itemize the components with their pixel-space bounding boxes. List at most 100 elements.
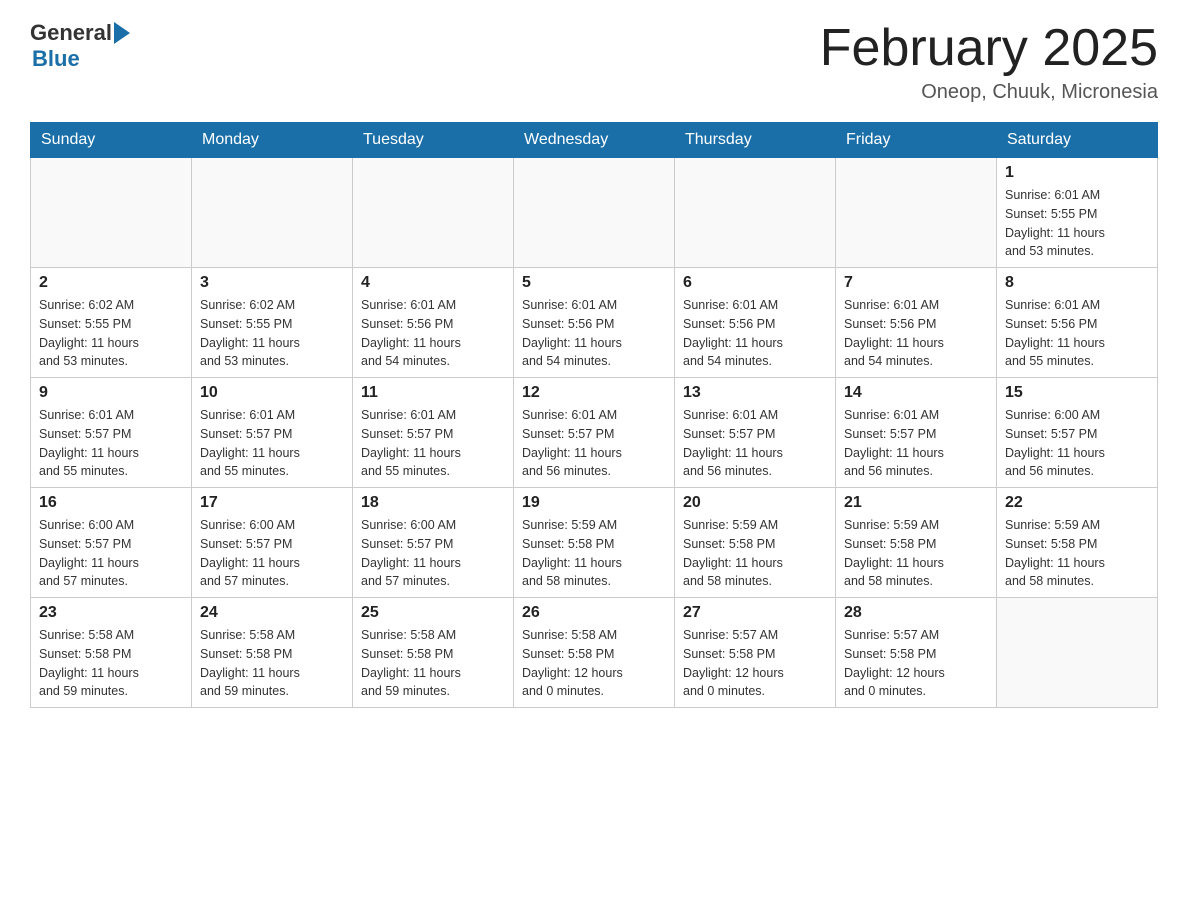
calendar-cell bbox=[192, 158, 353, 268]
day-number: 20 bbox=[683, 494, 827, 512]
weekday-header-wednesday: Wednesday bbox=[514, 123, 675, 158]
day-number: 22 bbox=[1005, 494, 1149, 512]
calendar-cell: 21 Sunrise: 5:59 AM Sunset: 5:58 PM Dayli… bbox=[836, 488, 997, 598]
calendar-cell: 5 Sunrise: 6:01 AM Sunset: 5:56 PM Daylig… bbox=[514, 268, 675, 378]
calendar-cell: 8 Sunrise: 6:01 AM Sunset: 5:56 PM Daylig… bbox=[997, 268, 1158, 378]
calendar-cell bbox=[353, 158, 514, 268]
calendar-cell: 14 Sunrise: 6:01 AM Sunset: 5:57 PM Dayli… bbox=[836, 378, 997, 488]
day-info: Sunrise: 6:01 AM Sunset: 5:57 PM Dayligh… bbox=[200, 406, 344, 481]
day-info: Sunrise: 5:59 AM Sunset: 5:58 PM Dayligh… bbox=[522, 516, 666, 591]
weekday-header-monday: Monday bbox=[192, 123, 353, 158]
weekday-header-sunday: Sunday bbox=[31, 123, 192, 158]
calendar-cell: 17Sunrise: 6:00 AM Sunset: 5:57 PM Dayli… bbox=[192, 488, 353, 598]
calendar-cell bbox=[836, 158, 997, 268]
day-number: 24 bbox=[200, 604, 344, 622]
day-number: 16 bbox=[39, 494, 183, 512]
day-info: Sunrise: 5:58 AM Sunset: 5:58 PM Dayligh… bbox=[361, 626, 505, 701]
day-info: Sunrise: 5:59 AM Sunset: 5:58 PM Dayligh… bbox=[1005, 516, 1149, 591]
calendar-cell: 11 Sunrise: 6:01 AM Sunset: 5:57 PM Dayli… bbox=[353, 378, 514, 488]
day-number: 3 bbox=[200, 274, 344, 292]
calendar-cell: 26 Sunrise: 5:58 AM Sunset: 5:58 PM Dayli… bbox=[514, 598, 675, 708]
calendar-cell: 16 Sunrise: 6:00 AM Sunset: 5:57 PM Dayli… bbox=[31, 488, 192, 598]
day-info: Sunrise: 6:00 AM Sunset: 5:57 PM Dayligh… bbox=[39, 516, 183, 591]
day-info: Sunrise: 6:01 AM Sunset: 5:56 PM Dayligh… bbox=[1005, 296, 1149, 371]
calendar-cell: 12 Sunrise: 6:01 AM Sunset: 5:57 PM Dayli… bbox=[514, 378, 675, 488]
logo-arrow-icon bbox=[114, 22, 130, 44]
month-title: February 2025 bbox=[820, 20, 1158, 77]
day-number: 21 bbox=[844, 494, 988, 512]
day-number: 17 bbox=[200, 494, 344, 512]
calendar-cell: 6 Sunrise: 6:01 AM Sunset: 5:56 PM Daylig… bbox=[675, 268, 836, 378]
day-info: Sunrise: 6:00 AM Sunset: 5:57 PM Dayligh… bbox=[361, 516, 505, 591]
day-info: Sunrise: 6:01 AM Sunset: 5:57 PM Dayligh… bbox=[522, 406, 666, 481]
logo: General Blue bbox=[30, 20, 130, 72]
day-number: 6 bbox=[683, 274, 827, 292]
day-info: Sunrise: 5:58 AM Sunset: 5:58 PM Dayligh… bbox=[522, 626, 666, 701]
day-number: 5 bbox=[522, 274, 666, 292]
day-info: Sunrise: 6:01 AM Sunset: 5:56 PM Dayligh… bbox=[522, 296, 666, 371]
calendar-cell: 2Sunrise: 6:02 AM Sunset: 5:55 PM Daylig… bbox=[31, 268, 192, 378]
calendar-cell: 9 Sunrise: 6:01 AM Sunset: 5:57 PM Daylig… bbox=[31, 378, 192, 488]
day-info: Sunrise: 6:01 AM Sunset: 5:56 PM Dayligh… bbox=[361, 296, 505, 371]
day-number: 15 bbox=[1005, 384, 1149, 402]
page-header: General Blue February 2025 Oneop, Chuuk,… bbox=[30, 20, 1158, 104]
day-info: Sunrise: 6:01 AM Sunset: 5:57 PM Dayligh… bbox=[683, 406, 827, 481]
logo-blue-text: Blue bbox=[32, 46, 80, 72]
day-number: 18 bbox=[361, 494, 505, 512]
logo-general-text: General bbox=[30, 20, 112, 46]
calendar-cell bbox=[514, 158, 675, 268]
day-info: Sunrise: 5:57 AM Sunset: 5:58 PM Dayligh… bbox=[844, 626, 988, 701]
week-row-4: 23 Sunrise: 5:58 AM Sunset: 5:58 PM Dayli… bbox=[31, 598, 1158, 708]
calendar-cell: 3 Sunrise: 6:02 AM Sunset: 5:55 PM Daylig… bbox=[192, 268, 353, 378]
day-number: 19 bbox=[522, 494, 666, 512]
weekday-header-saturday: Saturday bbox=[997, 123, 1158, 158]
weekday-header-thursday: Thursday bbox=[675, 123, 836, 158]
week-row-0: 1 Sunrise: 6:01 AM Sunset: 5:55 PM Daylig… bbox=[31, 158, 1158, 268]
day-number: 4 bbox=[361, 274, 505, 292]
day-number: 14 bbox=[844, 384, 988, 402]
day-info: Sunrise: 5:59 AM Sunset: 5:58 PM Dayligh… bbox=[844, 516, 988, 591]
calendar-cell: 20Sunrise: 5:59 AM Sunset: 5:58 PM Dayli… bbox=[675, 488, 836, 598]
day-number: 23 bbox=[39, 604, 183, 622]
day-info: Sunrise: 6:02 AM Sunset: 5:55 PM Dayligh… bbox=[39, 296, 183, 371]
day-info: Sunrise: 6:01 AM Sunset: 5:57 PM Dayligh… bbox=[361, 406, 505, 481]
calendar-cell: 13 Sunrise: 6:01 AM Sunset: 5:57 PM Dayli… bbox=[675, 378, 836, 488]
weekday-header-tuesday: Tuesday bbox=[353, 123, 514, 158]
week-row-1: 2Sunrise: 6:02 AM Sunset: 5:55 PM Daylig… bbox=[31, 268, 1158, 378]
week-row-2: 9 Sunrise: 6:01 AM Sunset: 5:57 PM Daylig… bbox=[31, 378, 1158, 488]
day-info: Sunrise: 6:01 AM Sunset: 5:55 PM Dayligh… bbox=[1005, 186, 1149, 261]
title-section: February 2025 Oneop, Chuuk, Micronesia bbox=[820, 20, 1158, 104]
day-number: 10 bbox=[200, 384, 344, 402]
day-number: 28 bbox=[844, 604, 988, 622]
day-info: Sunrise: 5:58 AM Sunset: 5:58 PM Dayligh… bbox=[200, 626, 344, 701]
weekday-header-row: SundayMondayTuesdayWednesdayThursdayFrid… bbox=[31, 123, 1158, 158]
day-number: 26 bbox=[522, 604, 666, 622]
day-number: 9 bbox=[39, 384, 183, 402]
day-number: 7 bbox=[844, 274, 988, 292]
day-number: 8 bbox=[1005, 274, 1149, 292]
week-row-3: 16 Sunrise: 6:00 AM Sunset: 5:57 PM Dayli… bbox=[31, 488, 1158, 598]
day-info: Sunrise: 6:00 AM Sunset: 5:57 PM Dayligh… bbox=[1005, 406, 1149, 481]
day-info: Sunrise: 6:01 AM Sunset: 5:57 PM Dayligh… bbox=[844, 406, 988, 481]
calendar-cell: 22 Sunrise: 5:59 AM Sunset: 5:58 PM Dayli… bbox=[997, 488, 1158, 598]
calendar-cell bbox=[31, 158, 192, 268]
calendar-cell: 25Sunrise: 5:58 AM Sunset: 5:58 PM Dayli… bbox=[353, 598, 514, 708]
day-info: Sunrise: 6:02 AM Sunset: 5:55 PM Dayligh… bbox=[200, 296, 344, 371]
location-subtitle: Oneop, Chuuk, Micronesia bbox=[820, 81, 1158, 104]
day-number: 11 bbox=[361, 384, 505, 402]
calendar-cell: 27Sunrise: 5:57 AM Sunset: 5:58 PM Dayli… bbox=[675, 598, 836, 708]
calendar-cell: 10 Sunrise: 6:01 AM Sunset: 5:57 PM Dayli… bbox=[192, 378, 353, 488]
day-info: Sunrise: 5:57 AM Sunset: 5:58 PM Dayligh… bbox=[683, 626, 827, 701]
day-info: Sunrise: 6:01 AM Sunset: 5:56 PM Dayligh… bbox=[844, 296, 988, 371]
calendar-cell: 7 Sunrise: 6:01 AM Sunset: 5:56 PM Daylig… bbox=[836, 268, 997, 378]
day-number: 12 bbox=[522, 384, 666, 402]
day-info: Sunrise: 6:01 AM Sunset: 5:57 PM Dayligh… bbox=[39, 406, 183, 481]
calendar-cell: 19 Sunrise: 5:59 AM Sunset: 5:58 PM Dayli… bbox=[514, 488, 675, 598]
day-number: 13 bbox=[683, 384, 827, 402]
calendar-cell: 15 Sunrise: 6:00 AM Sunset: 5:57 PM Dayli… bbox=[997, 378, 1158, 488]
day-number: 1 bbox=[1005, 164, 1149, 182]
day-info: Sunrise: 6:01 AM Sunset: 5:56 PM Dayligh… bbox=[683, 296, 827, 371]
calendar-cell: 4 Sunrise: 6:01 AM Sunset: 5:56 PM Daylig… bbox=[353, 268, 514, 378]
day-info: Sunrise: 5:58 AM Sunset: 5:58 PM Dayligh… bbox=[39, 626, 183, 701]
weekday-header-friday: Friday bbox=[836, 123, 997, 158]
